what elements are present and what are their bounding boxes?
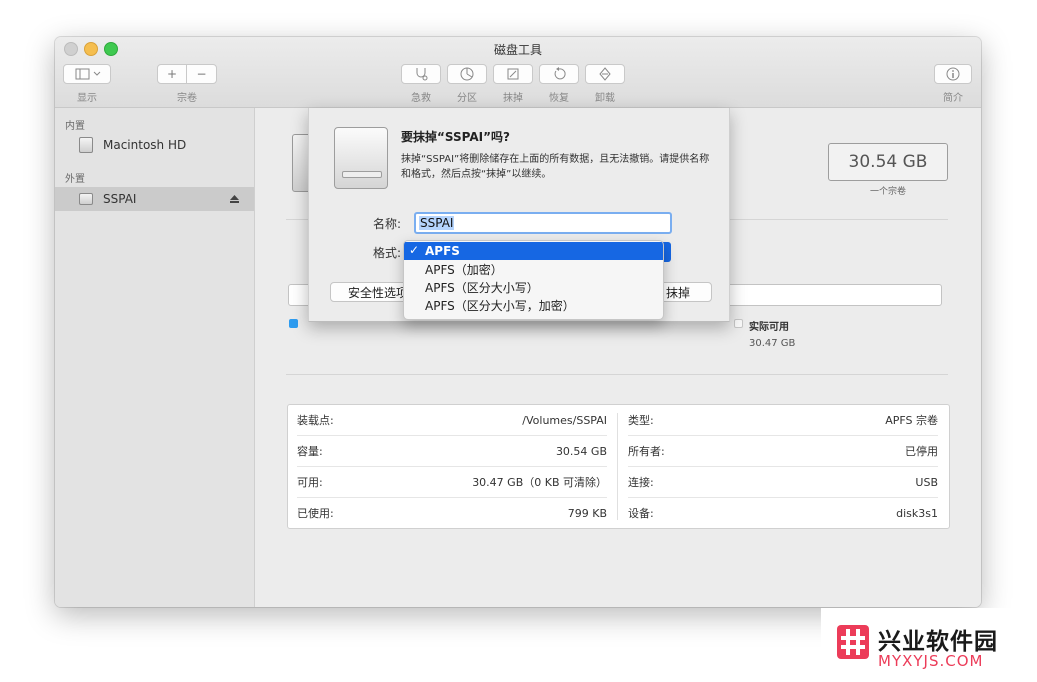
first-aid-button[interactable] bbox=[401, 64, 441, 84]
format-option-label: APFS（区分大小写，加密） bbox=[425, 298, 575, 313]
add-volume-button[interactable]: + bbox=[157, 64, 187, 84]
watermark-logo-icon bbox=[837, 625, 869, 659]
internal-disk-icon bbox=[79, 137, 93, 153]
table-row: 装载点: /Volumes/SSPAI bbox=[297, 405, 607, 435]
table-row: 容量: 30.54 GB bbox=[297, 436, 607, 466]
sidebar-toggle-button[interactable] bbox=[63, 64, 111, 84]
eraser-icon bbox=[507, 68, 519, 80]
format-dropdown-menu: ✓ APFS APFS（加密） APFS（区分大小写） APFS（区分大小写，加… bbox=[403, 240, 664, 320]
name-input-value: SSPAI bbox=[419, 216, 455, 230]
format-option-apfs-case-sensitive[interactable]: APFS（区分大小写） bbox=[404, 278, 663, 296]
format-field-label: 格式: bbox=[372, 246, 401, 260]
info-icon bbox=[946, 67, 960, 81]
connection-label: 连接: bbox=[628, 476, 654, 489]
sidebar: 内置 Macintosh HD 外置 SSPAI bbox=[55, 108, 255, 607]
format-option-apfs[interactable]: ✓ APFS bbox=[404, 242, 663, 260]
stethoscope-icon bbox=[416, 68, 428, 81]
erase-sheet-title: 要抹掉“SSPAI”吗? bbox=[401, 130, 510, 144]
partition-label: 分区 bbox=[457, 93, 477, 104]
name-input[interactable]: SSPAI bbox=[414, 212, 672, 234]
connection-value: USB bbox=[915, 475, 938, 489]
table-row: 可用: 30.47 GB（0 KB 可清除） bbox=[297, 467, 607, 497]
format-option-label: APFS bbox=[425, 244, 460, 258]
format-option-label: APFS（加密） bbox=[425, 262, 503, 277]
watermark-url: MYXYJS.COM bbox=[878, 652, 984, 670]
external-disk-icon bbox=[79, 193, 93, 205]
table-row: 连接: USB bbox=[628, 467, 938, 497]
sidebar-item-sspai[interactable]: SSPAI bbox=[55, 187, 254, 211]
info-button[interactable] bbox=[934, 64, 972, 84]
erase-label: 抹掉 bbox=[503, 93, 523, 104]
sidebar-toggle-label: 显示 bbox=[77, 93, 97, 104]
first-aid-label: 急救 bbox=[411, 93, 431, 104]
sidebar-header-internal: 内置 bbox=[65, 121, 85, 132]
capacity-label: 容量: bbox=[297, 445, 323, 458]
capacity-display: 30.54 GB bbox=[828, 143, 948, 181]
remove-volume-button[interactable]: − bbox=[186, 64, 217, 84]
chevron-updown-icon bbox=[663, 242, 671, 262]
device-label: 设备: bbox=[628, 507, 654, 520]
table-row: 已使用: 799 KB bbox=[297, 498, 607, 528]
owners-label: 所有者: bbox=[628, 445, 665, 458]
info-table: 装载点: /Volumes/SSPAI 容量: 30.54 GB 可用: 30.… bbox=[287, 404, 950, 529]
window-title: 磁盘工具 bbox=[493, 43, 542, 57]
volume-label: 宗卷 bbox=[177, 93, 197, 104]
eject-icon[interactable] bbox=[230, 195, 239, 203]
available-legend-value: 30.47 GB bbox=[749, 338, 796, 349]
available-value: 30.47 GB（0 KB 可清除） bbox=[472, 476, 607, 489]
info-label: 简介 bbox=[943, 93, 963, 104]
restore-button[interactable] bbox=[539, 64, 579, 84]
sidebar-item-label: SSPAI bbox=[103, 192, 137, 206]
restore-icon bbox=[554, 67, 566, 80]
name-field-label: 名称: bbox=[372, 217, 401, 231]
column-divider bbox=[617, 413, 618, 520]
table-row: 所有者: 已停用 bbox=[628, 436, 938, 466]
mount-point-value: /Volumes/SSPAI bbox=[522, 413, 607, 427]
sidebar-header-external: 外置 bbox=[65, 174, 85, 185]
watermark-title: 兴业软件园 bbox=[878, 629, 998, 655]
type-label: 类型: bbox=[628, 414, 654, 427]
partition-icon bbox=[460, 67, 474, 81]
available-legend-swatch bbox=[734, 319, 743, 328]
erase-button[interactable] bbox=[493, 64, 533, 84]
table-row: 类型: APFS 宗卷 bbox=[628, 405, 938, 435]
checkmark-icon: ✓ bbox=[409, 243, 420, 257]
capacity-value: 30.54 GB bbox=[555, 444, 607, 458]
used-legend-swatch bbox=[289, 319, 298, 328]
restore-label: 恢复 bbox=[549, 93, 569, 104]
sidebar-item-macintosh-hd[interactable]: Macintosh HD bbox=[55, 133, 254, 157]
unmount-label: 卸载 bbox=[595, 93, 615, 104]
unmount-button[interactable] bbox=[585, 64, 625, 84]
format-option-apfs-case-sensitive-encrypted[interactable]: APFS（区分大小写，加密） bbox=[404, 296, 663, 314]
mount-point-label: 装载点: bbox=[297, 414, 334, 427]
watermark: 兴业软件园 MYXYJS.COM bbox=[821, 608, 1037, 682]
used-label: 已使用: bbox=[297, 507, 334, 520]
format-option-label: APFS（区分大小写） bbox=[425, 280, 539, 295]
sidebar-icon bbox=[75, 68, 101, 80]
divider bbox=[286, 374, 948, 375]
disk-icon bbox=[334, 127, 388, 189]
owners-value: 已停用 bbox=[905, 445, 938, 458]
used-value: 799 KB bbox=[567, 506, 607, 520]
titlebar: 磁盘工具 显示 + − 宗卷 急救 分区 抹掉 恢复 卸载 简介 bbox=[55, 37, 981, 108]
available-legend-label: 实际可用 bbox=[749, 322, 789, 333]
table-row: 设备: disk3s1 bbox=[628, 498, 938, 528]
partition-button[interactable] bbox=[447, 64, 487, 84]
device-value: disk3s1 bbox=[896, 506, 938, 520]
sidebar-item-label: Macintosh HD bbox=[103, 138, 187, 152]
type-value: APFS 宗卷 bbox=[885, 414, 938, 427]
capacity-caption: 一个宗卷 bbox=[869, 187, 906, 197]
erase-sheet-description: 抹掉“SSPAI”将删除储存在上面的所有数据，且无法撤销。请提供名称和格式，然后… bbox=[401, 154, 710, 180]
available-label: 可用: bbox=[297, 476, 323, 489]
format-option-apfs-encrypted[interactable]: APFS（加密） bbox=[404, 260, 663, 278]
unmount-icon bbox=[599, 67, 611, 81]
